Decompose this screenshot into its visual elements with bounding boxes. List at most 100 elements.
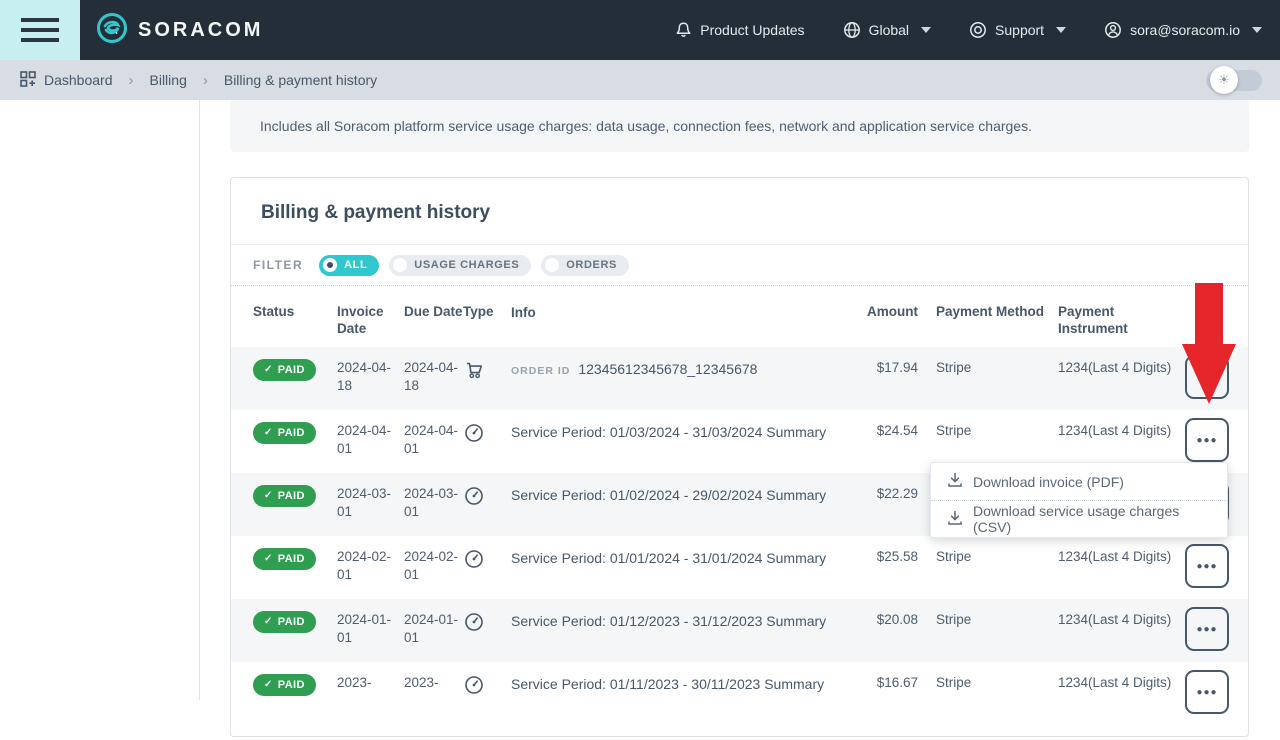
row-actions-button[interactable]: ●●●	[1185, 544, 1229, 588]
info-text: Service Period: 01/01/2024 - 31/01/2024 …	[511, 550, 826, 566]
due-date: 2024-01-01	[404, 611, 463, 647]
soracom-logo[interactable]: SORACOM	[96, 0, 263, 60]
filter-option-orders[interactable]: ORDERS	[541, 255, 629, 276]
global-label: Global	[869, 22, 909, 38]
billing-history-card: Billing & payment history FILTER ALL USA…	[230, 177, 1249, 737]
hamburger-menu-button[interactable]	[0, 0, 80, 60]
check-icon: ✓	[264, 361, 273, 379]
header-type: Type	[463, 303, 511, 320]
invoice-date: 2024-04-01	[337, 422, 404, 458]
radio-selected-icon	[323, 258, 337, 272]
radio-unselected-icon	[393, 258, 407, 272]
breadcrumb: Dashboard › Billing › Billing & payment …	[20, 71, 377, 90]
header-amount: Amount	[836, 303, 918, 320]
info-text: Service Period: 01/02/2024 - 29/02/2024 …	[511, 487, 826, 503]
filter-label: FILTER	[253, 258, 303, 272]
download-icon	[947, 510, 963, 529]
breadcrumb-current-page: Billing & payment history	[224, 72, 377, 88]
status-badge: ✓PAID	[253, 422, 316, 444]
invoice-date: 2024-02-01	[337, 548, 404, 584]
check-icon: ✓	[264, 613, 273, 631]
info-text: 12345612345678_12345678	[578, 361, 757, 377]
support-icon	[969, 21, 987, 39]
header-status: Status	[253, 303, 337, 320]
download-invoice-pdf-item[interactable]: Download invoice (PDF)	[931, 463, 1227, 500]
brand-name: SORACOM	[138, 19, 263, 42]
row-actions-button[interactable]: ●●●	[1185, 607, 1229, 651]
info-text: Service Period: 01/03/2024 - 31/03/2024 …	[511, 424, 826, 440]
meter-icon	[463, 422, 511, 444]
breadcrumb-billing[interactable]: Billing	[150, 72, 187, 88]
breadcrumb-bar: Dashboard › Billing › Billing & payment …	[0, 60, 1280, 100]
due-date: 2024-02-01	[404, 548, 463, 584]
due-date: 2024-04-01	[404, 422, 463, 458]
theme-toggle[interactable]: ☀	[1206, 70, 1262, 91]
payment-method: Stripe	[936, 674, 1058, 692]
meter-icon	[463, 485, 511, 507]
support-menu[interactable]: Support	[969, 21, 1066, 39]
header-info: Info	[511, 303, 836, 321]
chevron-down-icon	[1056, 27, 1066, 33]
breadcrumb-dashboard[interactable]: Dashboard	[44, 72, 113, 88]
product-updates-label: Product Updates	[700, 22, 804, 38]
payment-instrument: 1234(Last 4 Digits)	[1058, 674, 1185, 692]
row-actions-button[interactable]: ●●●	[1185, 670, 1229, 714]
invoice-date: 2024-01-01	[337, 611, 404, 647]
user-icon	[1104, 21, 1122, 39]
hamburger-icon	[21, 18, 59, 22]
usage-charges-description-card: Includes all Soracom platform service us…	[230, 100, 1249, 152]
invoice-date: 2023-	[337, 674, 404, 692]
payment-method: Stripe	[936, 422, 1058, 440]
due-date: 2024-04-18	[404, 359, 463, 395]
meter-icon	[463, 548, 511, 570]
table-row: ✓PAID 2023- 2023- Service Period: 01/11/…	[231, 662, 1248, 740]
payment-instrument: 1234(Last 4 Digits)	[1058, 359, 1185, 377]
amount: $22.29	[836, 485, 918, 503]
invoice-date: 2024-04-18	[337, 359, 404, 395]
header-due-date: Due Date	[404, 303, 463, 320]
dashboard-grid-icon	[20, 71, 36, 90]
due-date: 2024-03-01	[404, 485, 463, 521]
product-updates-button[interactable]: Product Updates	[675, 21, 804, 39]
status-badge: ✓PAID	[253, 359, 316, 381]
account-menu[interactable]: sora@soracom.io	[1104, 21, 1262, 39]
row-actions-button[interactable]: ●●●	[1185, 418, 1229, 462]
row-actions-button[interactable]: ●●●	[1185, 355, 1229, 399]
payment-method: Stripe	[936, 548, 1058, 566]
meter-icon	[463, 674, 511, 696]
chevron-right-icon: ›	[203, 72, 208, 89]
filter-option-all[interactable]: ALL	[319, 255, 379, 276]
sun-icon: ☀	[1210, 66, 1238, 94]
global-coverage-menu[interactable]: Global	[843, 21, 931, 39]
header-payment-method: Payment Method	[936, 303, 1058, 320]
soracom-logo-icon	[96, 12, 128, 49]
ellipsis-icon: ●●●	[1196, 372, 1217, 383]
chevron-down-icon	[921, 27, 931, 33]
order-id-label: ORDER ID	[511, 365, 570, 377]
chevron-down-icon	[1252, 27, 1262, 33]
meter-icon	[463, 611, 511, 633]
amount: $20.08	[836, 611, 918, 629]
ellipsis-icon: ●●●	[1196, 687, 1217, 698]
table-header-row: Status Invoice Date Due Date Type Info A…	[231, 286, 1248, 347]
top-navbar: SORACOM Product Updates Global	[0, 0, 1280, 60]
due-date: 2023-	[404, 674, 463, 692]
check-icon: ✓	[264, 487, 273, 505]
amount: $25.58	[836, 548, 918, 566]
download-usage-csv-item[interactable]: Download service usage charges (CSV)	[931, 500, 1227, 537]
payment-method: Stripe	[936, 611, 1058, 629]
payment-instrument: 1234(Last 4 Digits)	[1058, 548, 1185, 566]
status-badge: ✓PAID	[253, 674, 316, 696]
filter-row: FILTER ALL USAGE CHARGES ORDERS	[231, 245, 1248, 286]
payment-instrument: 1234(Last 4 Digits)	[1058, 611, 1185, 629]
table-row: ✓PAID 2024-01-01 2024-01-01 Service Peri…	[231, 599, 1248, 662]
header-payment-instrument: Payment Instrument	[1058, 303, 1185, 337]
status-badge: ✓PAID	[253, 611, 316, 633]
page-title: Billing & payment history	[231, 178, 1248, 245]
check-icon: ✓	[264, 550, 273, 568]
info-text: Service Period: 01/11/2023 - 30/11/2023 …	[511, 676, 824, 692]
filter-option-usage-charges[interactable]: USAGE CHARGES	[389, 255, 531, 276]
info-text: Service Period: 01/12/2023 - 31/12/2023 …	[511, 613, 826, 629]
check-icon: ✓	[264, 424, 273, 442]
chevron-right-icon: ›	[129, 72, 134, 89]
